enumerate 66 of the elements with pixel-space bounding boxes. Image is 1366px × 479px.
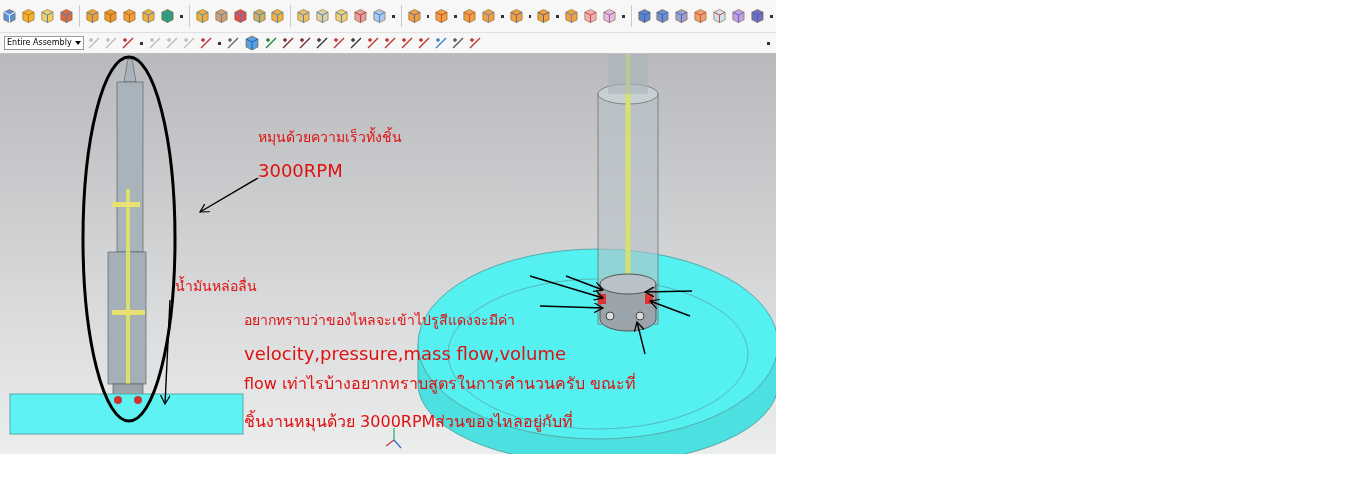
arrow xyxy=(199,177,259,213)
cube-icon[interactable] xyxy=(654,7,672,25)
cube-icon[interactable] xyxy=(121,7,139,25)
caret-icon[interactable] xyxy=(391,14,395,18)
tool-icon[interactable] xyxy=(281,36,295,50)
cube-icon[interactable] xyxy=(243,34,261,52)
cube-icon[interactable] xyxy=(461,7,478,25)
cube-icon[interactable] xyxy=(692,7,710,25)
cube-icon[interactable] xyxy=(1,7,18,25)
cube-icon[interactable] xyxy=(19,7,37,25)
cube-icon[interactable] xyxy=(140,7,158,25)
caret-icon[interactable] xyxy=(426,14,430,18)
tool-icon[interactable] xyxy=(417,36,431,50)
caret-icon[interactable] xyxy=(140,41,143,45)
tool-icon[interactable] xyxy=(383,36,397,50)
cube-icon[interactable] xyxy=(333,7,351,25)
cube-icon[interactable] xyxy=(83,7,101,25)
cube-icon[interactable] xyxy=(730,7,747,25)
annotation-text: หมุนด้วยความเร็วทั้งชิ้น xyxy=(258,129,402,147)
dropdown-triangle-icon xyxy=(75,41,81,45)
caret-icon[interactable] xyxy=(528,14,532,18)
caret-icon[interactable] xyxy=(621,14,625,18)
tool-icon[interactable] xyxy=(451,36,465,50)
cube-icon[interactable] xyxy=(193,7,211,25)
cube-icon[interactable] xyxy=(711,7,729,25)
cube-icon[interactable] xyxy=(38,7,56,25)
cube-icon[interactable] xyxy=(269,7,287,25)
caret-icon[interactable] xyxy=(769,14,773,18)
cube-icon[interactable] xyxy=(507,7,525,25)
cube-icon[interactable] xyxy=(352,7,369,25)
tool-icon[interactable] xyxy=(315,36,329,50)
caret-icon[interactable] xyxy=(180,14,183,18)
cube-icon[interactable] xyxy=(673,7,691,25)
caret-icon[interactable] xyxy=(556,14,560,18)
cube-icon[interactable] xyxy=(749,7,766,25)
caret-icon[interactable] xyxy=(767,41,770,45)
cube-icon[interactable] xyxy=(405,7,423,25)
selection-filter-dropdown[interactable]: Entire Assembly xyxy=(4,36,84,50)
cube-icon[interactable] xyxy=(212,7,230,25)
tool-icon[interactable] xyxy=(400,36,414,50)
annotation-text: น้ำมันหล่อลื่น xyxy=(175,278,257,296)
cube-icon[interactable] xyxy=(600,7,618,25)
caret-icon[interactable] xyxy=(454,14,458,18)
cube-icon[interactable] xyxy=(57,7,75,25)
tool-icon[interactable] xyxy=(298,36,312,50)
tool-icon[interactable] xyxy=(226,36,240,50)
tool-icon[interactable] xyxy=(332,36,346,50)
caret-icon[interactable] xyxy=(218,41,221,45)
cube-icon[interactable] xyxy=(314,7,332,25)
arrow xyxy=(633,321,646,355)
annotation-text: 3000RPM xyxy=(258,160,343,183)
cube-icon[interactable] xyxy=(295,7,313,25)
cube-icon[interactable] xyxy=(635,7,653,25)
cube-icon[interactable] xyxy=(433,7,451,25)
tool-icon[interactable] xyxy=(121,36,135,50)
cube-icon[interactable] xyxy=(159,7,177,25)
tool-icon[interactable] xyxy=(468,36,482,50)
cube-icon[interactable] xyxy=(102,7,120,25)
tool-icon[interactable] xyxy=(366,36,380,50)
cube-icon[interactable] xyxy=(582,7,599,25)
tool-icon[interactable] xyxy=(199,36,213,50)
cube-icon[interactable] xyxy=(250,7,268,25)
tool-icon[interactable] xyxy=(349,36,363,50)
cube-icon[interactable] xyxy=(535,7,553,25)
cube-icon[interactable] xyxy=(231,7,249,25)
caret-icon[interactable] xyxy=(500,14,504,18)
